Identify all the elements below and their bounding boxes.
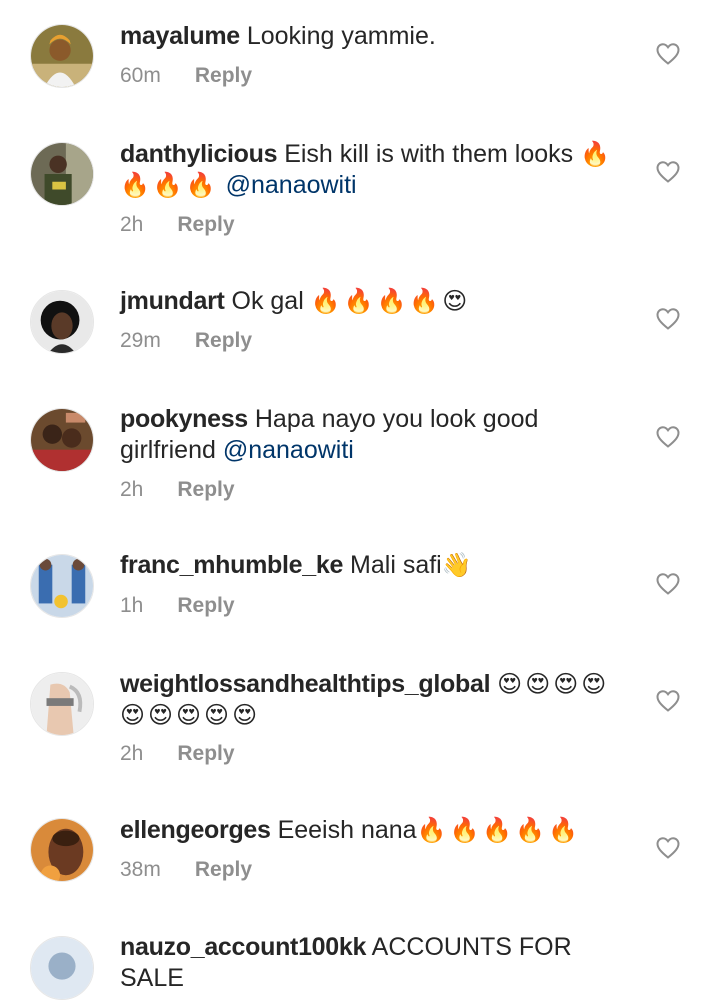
comment-emojis: 👋 bbox=[441, 551, 475, 579]
comment-body: danthylicious Eish kill is with them loo… bbox=[120, 139, 620, 201]
reply-button[interactable]: Reply bbox=[195, 64, 252, 87]
comment-time: 2h bbox=[120, 213, 144, 236]
reply-button[interactable]: Reply bbox=[195, 329, 252, 352]
heart-icon[interactable] bbox=[656, 837, 680, 859]
comment-text: Looking yammie. bbox=[246, 22, 436, 50]
comment-emojis: 😍😍😍😍 bbox=[497, 670, 610, 698]
comment-body: ellengeorges Eeeish nana🔥🔥🔥🔥🔥 bbox=[120, 815, 620, 846]
comment-username[interactable]: nauzo_account100kk bbox=[120, 933, 366, 961]
avatar[interactable] bbox=[30, 554, 94, 618]
comment-username[interactable]: jmundart bbox=[120, 287, 225, 315]
comment-time: 2h bbox=[120, 478, 144, 501]
comment-meta: 2h Reply bbox=[120, 212, 235, 238]
reply-button[interactable]: Reply bbox=[177, 213, 234, 236]
comment-meta: 29m Reply bbox=[120, 328, 252, 354]
comment-meta: 2h Reply bbox=[120, 741, 235, 767]
comment-body: franc_mhumble_ke Mali safi👋 bbox=[120, 550, 620, 581]
comment-time: 60m bbox=[120, 64, 161, 87]
mention-link[interactable]: @nanaowiti bbox=[223, 436, 354, 464]
reply-button[interactable]: Reply bbox=[177, 594, 234, 617]
comment-emojis: 🔥🔥🔥🔥🔥 bbox=[416, 816, 582, 844]
comment-body: nauzo_account100kk ACCOUNTS FOR SALE bbox=[120, 932, 620, 994]
reply-button[interactable]: Reply bbox=[177, 478, 234, 501]
comment-username[interactable]: danthylicious bbox=[120, 140, 278, 168]
avatar[interactable] bbox=[30, 672, 94, 736]
comment-meta: 1h Reply bbox=[120, 593, 235, 619]
comment-meta: 38m Reply bbox=[120, 857, 252, 883]
comment-time: 38m bbox=[120, 858, 161, 881]
reply-button[interactable]: Reply bbox=[177, 742, 234, 765]
comment-body: weightlossandhealthtips_global 😍😍😍😍 😍😍😍😍… bbox=[120, 669, 620, 731]
heart-icon[interactable] bbox=[656, 426, 680, 448]
comment-username[interactable]: ellengeorges bbox=[120, 816, 271, 844]
comment-emojis: 🔥 bbox=[580, 140, 614, 168]
comment-body: mayalume Looking yammie. bbox=[120, 21, 620, 52]
comment-meta: 60m Reply bbox=[120, 63, 252, 89]
comment-username[interactable]: pookyness bbox=[120, 405, 248, 433]
avatar[interactable] bbox=[30, 818, 94, 882]
comment-time: 1h bbox=[120, 594, 144, 617]
avatar[interactable] bbox=[30, 408, 94, 472]
comment-meta: 2h Reply bbox=[120, 477, 235, 503]
comment-body: jmundart Ok gal 🔥🔥🔥🔥😍 bbox=[120, 286, 620, 317]
heart-icon[interactable] bbox=[656, 43, 680, 65]
avatar[interactable] bbox=[30, 142, 94, 206]
comment-emojis: 🔥🔥🔥 bbox=[120, 171, 219, 199]
comment-username[interactable]: franc_mhumble_ke bbox=[120, 551, 343, 579]
avatar[interactable] bbox=[30, 24, 94, 88]
comment-text: Eeeish nana bbox=[277, 816, 417, 844]
comment-body: pookyness Hapa nayo you look good girlfr… bbox=[120, 404, 620, 466]
comment-time: 2h bbox=[120, 742, 144, 765]
avatar[interactable] bbox=[30, 936, 94, 1000]
comment-emojis: 🔥🔥🔥🔥😍 bbox=[310, 287, 471, 315]
comment-emojis: 😍😍😍😍😍 bbox=[120, 701, 261, 729]
comment-text: Ok gal bbox=[231, 287, 304, 315]
comment-username[interactable]: weightlossandhealthtips_global bbox=[120, 670, 491, 698]
heart-icon[interactable] bbox=[656, 690, 680, 712]
reply-button[interactable]: Reply bbox=[195, 858, 252, 881]
comment-text: Eish kill is with them looks bbox=[284, 140, 574, 168]
avatar[interactable] bbox=[30, 290, 94, 354]
heart-icon[interactable] bbox=[656, 573, 680, 595]
comment-text: Mali safi bbox=[350, 551, 442, 579]
heart-icon[interactable] bbox=[656, 308, 680, 330]
mention-link[interactable]: @nanaowiti bbox=[226, 171, 357, 199]
heart-icon[interactable] bbox=[656, 161, 680, 183]
comment-time: 29m bbox=[120, 329, 161, 352]
comment-username[interactable]: mayalume bbox=[120, 22, 240, 50]
